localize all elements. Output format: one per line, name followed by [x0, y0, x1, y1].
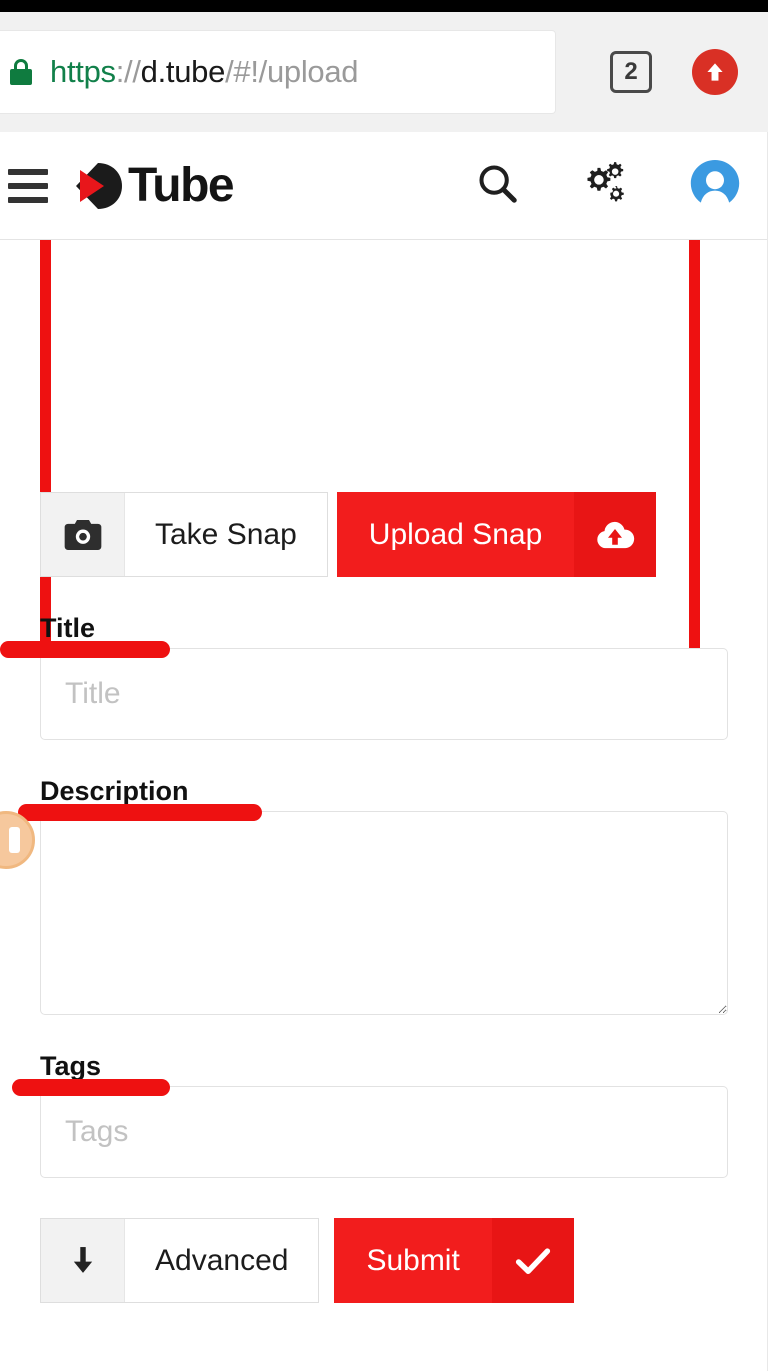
lock-icon — [10, 59, 32, 85]
cloud-upload-icon — [574, 492, 657, 577]
advanced-button[interactable]: Advanced — [40, 1218, 320, 1303]
tags-input[interactable] — [40, 1086, 728, 1178]
site-header: Tube — [0, 132, 768, 240]
upload-snap-button[interactable]: Upload Snap — [336, 492, 657, 577]
title-label: Title — [0, 613, 728, 658]
dtube-play-d-icon — [70, 160, 126, 212]
upload-snap-label: Upload Snap — [368, 517, 543, 551]
url-separator: :// — [115, 54, 141, 89]
url-host: d.tube — [140, 54, 226, 89]
browser-chrome: https://d.tube/#!/upload 2 — [0, 12, 768, 132]
check-icon — [491, 1218, 574, 1303]
snap-button-row: Take Snap Upload Snap — [40, 492, 728, 577]
tags-field-group: Tags — [12, 1051, 728, 1178]
tags-label: Tags — [12, 1051, 728, 1096]
submit-label: Submit — [366, 1243, 460, 1277]
camera-icon — [41, 493, 125, 576]
advanced-label: Advanced — [155, 1243, 289, 1277]
tags-label-text: Tags — [40, 1051, 102, 1081]
hamburger-menu-icon[interactable] — [8, 168, 48, 203]
panel-toggle-icon — [8, 827, 20, 853]
url-text: https://d.tube/#!/upload — [50, 54, 358, 90]
description-label: Description — [18, 776, 728, 821]
browser-actions: 2 — [610, 49, 754, 95]
description-textarea[interactable] — [40, 811, 728, 1015]
description-label-text: Description — [40, 776, 189, 806]
url-scheme: https — [50, 54, 116, 89]
submit-button[interactable]: Submit — [334, 1218, 574, 1303]
title-input[interactable] — [40, 648, 728, 740]
address-bar[interactable]: https://d.tube/#!/upload — [0, 31, 555, 113]
form-action-row: Advanced Submit — [40, 1218, 728, 1303]
avatar-icon[interactable] — [688, 158, 742, 213]
tab-count-label: 2 — [624, 58, 638, 85]
url-path: /#!/upload — [225, 54, 359, 89]
search-icon[interactable] — [474, 160, 520, 211]
take-snap-button[interactable]: Take Snap — [40, 492, 328, 577]
logo-text: Tube — [128, 158, 235, 212]
gears-icon[interactable] — [578, 160, 630, 211]
arrow-up-circle-icon[interactable] — [692, 49, 738, 95]
take-snap-label: Take Snap — [155, 517, 297, 551]
header-actions — [474, 158, 742, 213]
title-field-group: Title — [0, 613, 728, 740]
arrow-down-icon — [41, 1219, 125, 1302]
page-content: Take Snap Upload Snap Title Title Descri… — [0, 240, 768, 1371]
description-field-group: Description — [18, 776, 728, 1015]
tab-counter-button[interactable]: 2 — [610, 51, 652, 93]
android-status-bar — [0, 0, 768, 12]
dtube-logo[interactable]: Tube — [70, 158, 235, 212]
title-label-text: Title — [40, 613, 96, 643]
upload-form: Take Snap Upload Snap Title Title Descri… — [0, 492, 768, 1303]
